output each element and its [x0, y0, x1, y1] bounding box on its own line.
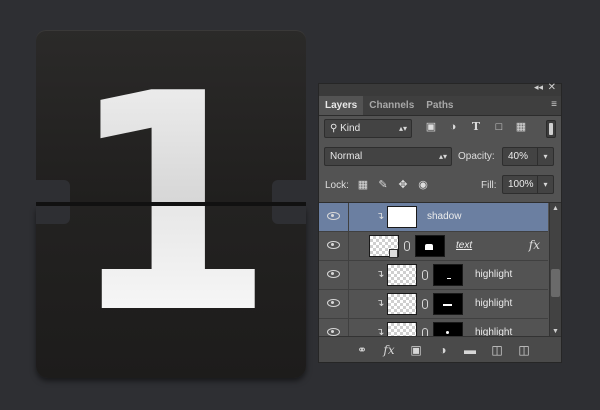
kind-filter-label: Kind: [340, 123, 361, 134]
collapse-icon[interactable]: ◂◂: [534, 82, 543, 93]
stepper-arrows-icon: ▴▾: [438, 152, 447, 161]
shape-filter-icon[interactable]: □: [493, 121, 505, 133]
digit-bottom: 1: [36, 206, 306, 370]
scroll-down-icon[interactable]: ▼: [552, 328, 559, 335]
lock-move-icon[interactable]: ✥: [397, 179, 409, 191]
add-mask-icon[interactable]: ▣: [409, 343, 423, 357]
fill-label: Fill:: [481, 180, 497, 191]
layer-row-shadow[interactable]: ↴ shadow: [319, 203, 548, 232]
layer-name[interactable]: text: [456, 240, 472, 251]
tab-layers[interactable]: Layers: [319, 96, 364, 115]
digit-top-half: 1: [36, 30, 306, 203]
blend-row: Normal ▴▾ Opacity: 40% ▾: [319, 147, 561, 169]
mask-link-icon[interactable]: [404, 241, 410, 251]
new-group-icon[interactable]: ▬: [463, 343, 477, 357]
layers-scrollbar[interactable]: ▲ ▼: [549, 203, 561, 336]
blend-mode-dropdown[interactable]: Normal ▴▾: [324, 147, 452, 166]
filter-toggle-switch[interactable]: [546, 120, 556, 138]
scroll-up-icon[interactable]: ▲: [552, 205, 559, 212]
mask-link-icon[interactable]: [422, 299, 428, 309]
layer-mask-thumbnail: [433, 264, 463, 286]
visibility-toggle[interactable]: [319, 319, 349, 336]
smart-object-badge-icon: [389, 249, 398, 258]
panel-tabs: Layers Channels Paths ≡: [319, 96, 561, 116]
filter-row: ⚲ Kind ▴▾ ▣ ◑ T □ ▦: [319, 119, 561, 141]
stepper-arrows-icon: ▴▾: [398, 124, 407, 133]
flip-split-line: [36, 202, 306, 206]
mask-link-icon[interactable]: [422, 270, 428, 280]
link-layers-icon[interactable]: ⚭: [355, 343, 369, 357]
layers-list: ↴ shadow text fx ↴ highlight ↴ highlight…: [319, 202, 561, 336]
fill-field[interactable]: 100% ▾: [502, 175, 554, 194]
layer-row-highlight[interactable]: ↴ highlight: [319, 319, 548, 336]
layer-name[interactable]: highlight: [475, 327, 512, 336]
layers-panel: ◂◂ ✕ Layers Channels Paths ≡ ⚲ Kind ▴▾ ▣…: [318, 82, 562, 363]
lock-all-icon[interactable]: ◉: [417, 179, 429, 191]
layer-thumbnail: [387, 293, 417, 315]
layer-name[interactable]: highlight: [475, 298, 512, 309]
eye-icon: [327, 299, 340, 307]
layer-mask-thumbnail: [433, 322, 463, 336]
visibility-toggle[interactable]: [319, 261, 349, 289]
image-filter-icon[interactable]: ▣: [425, 121, 437, 133]
panel-footer: ⚭ fx ▣ ◑ ▬ ◫ ◫: [319, 336, 561, 362]
clipping-arrow-icon: ↴: [376, 269, 385, 280]
lock-label: Lock:: [325, 180, 349, 191]
flip-counter-artwork: 1 1: [36, 30, 306, 378]
opacity-field[interactable]: 40% ▾: [502, 147, 554, 166]
trash-icon[interactable]: ◫: [517, 343, 531, 357]
new-layer-icon[interactable]: ◫: [490, 343, 504, 357]
adjustment-layer-icon[interactable]: ◑: [436, 343, 450, 357]
visibility-toggle[interactable]: [319, 203, 349, 231]
layer-row-highlight[interactable]: ↴ highlight: [319, 290, 548, 319]
chevron-down-icon[interactable]: ▾: [537, 176, 553, 193]
layer-thumbnail: [387, 206, 417, 228]
chevron-down-icon[interactable]: ▾: [537, 148, 553, 165]
tab-channels[interactable]: Channels: [363, 96, 420, 115]
panel-titlebar: ◂◂ ✕: [319, 82, 561, 96]
lock-transparent-icon[interactable]: ▦: [357, 179, 369, 191]
clipping-arrow-icon: ↴: [376, 327, 385, 336]
layer-mask-thumbnail: [415, 235, 445, 257]
adjustment-filter-icon[interactable]: ◑: [447, 121, 459, 133]
fx-icon[interactable]: fx: [382, 343, 396, 357]
blend-mode-value: Normal: [330, 151, 363, 162]
search-icon: ⚲: [330, 123, 341, 134]
layer-row-text[interactable]: text fx: [319, 232, 548, 261]
type-filter-icon[interactable]: T: [470, 121, 482, 133]
visibility-toggle[interactable]: [319, 290, 349, 318]
scrollbar-thumb[interactable]: [551, 269, 560, 297]
kind-filter-dropdown[interactable]: ⚲ Kind ▴▾: [324, 119, 412, 138]
digit-top: 1: [36, 40, 306, 203]
eye-icon: [327, 212, 340, 220]
tab-paths[interactable]: Paths: [420, 96, 459, 115]
layer-thumbnail: [387, 264, 417, 286]
fill-value: 100%: [508, 179, 534, 190]
layer-name[interactable]: shadow: [427, 211, 461, 222]
smart-object-filter-icon[interactable]: ▦: [515, 121, 527, 133]
layer-name[interactable]: highlight: [475, 269, 512, 280]
clipping-arrow-icon: ↴: [376, 298, 385, 309]
eye-icon: [327, 270, 340, 278]
opacity-label: Opacity:: [458, 151, 495, 162]
mask-link-icon[interactable]: [422, 328, 428, 336]
layer-row-highlight[interactable]: ↴ highlight: [319, 261, 548, 290]
eye-icon: [327, 241, 340, 249]
close-icon[interactable]: ✕: [548, 82, 556, 93]
fx-icon[interactable]: fx: [529, 238, 540, 252]
panel-menu-icon[interactable]: ≡: [551, 99, 557, 110]
digit-bottom-half: 1: [36, 206, 306, 378]
clipping-arrow-icon: ↴: [376, 211, 385, 222]
lock-brush-icon[interactable]: ✎: [377, 179, 389, 191]
eye-icon: [327, 328, 340, 336]
lock-row: Lock: ▦ ✎ ✥ ◉ Fill: 100% ▾: [319, 175, 561, 197]
visibility-toggle[interactable]: [319, 232, 349, 260]
layer-mask-thumbnail: [433, 293, 463, 315]
layer-thumbnail: [387, 322, 417, 336]
opacity-value: 40%: [508, 151, 529, 162]
